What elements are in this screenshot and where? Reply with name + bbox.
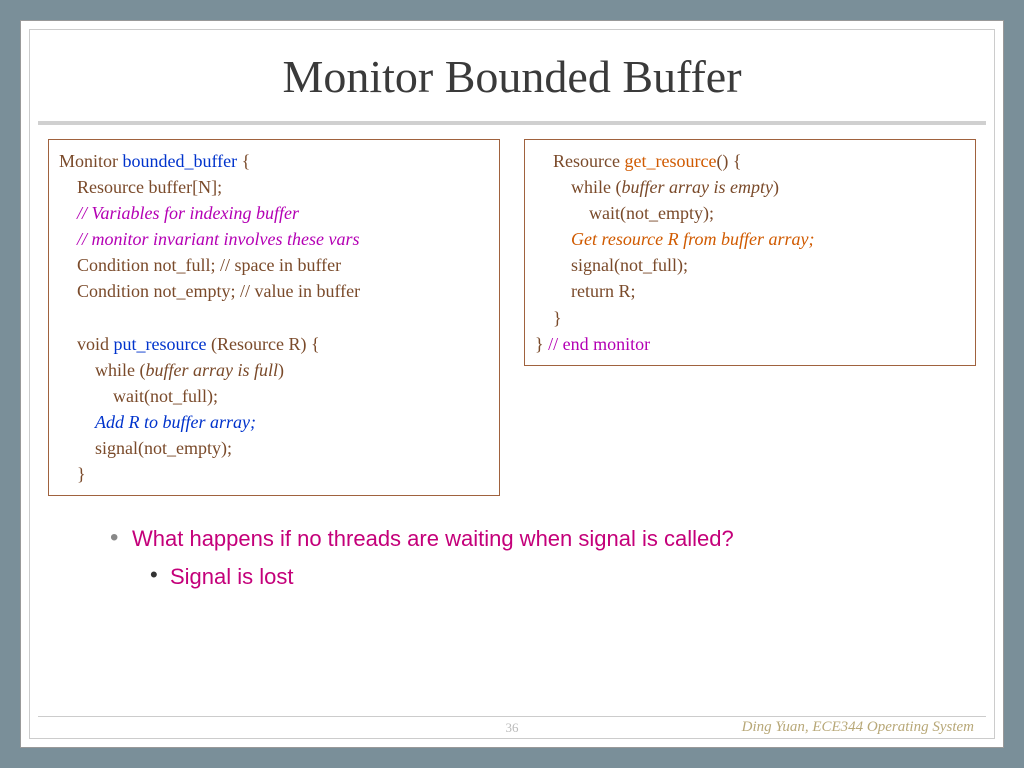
- code-box-left: Monitor bounded_buffer { Resource buffer…: [48, 139, 500, 496]
- code-action: Get resource R from buffer array;: [535, 226, 965, 252]
- bullet-list: What happens if no threads are waiting w…: [30, 496, 994, 590]
- code-line: Condition not_empty; // value in buffer: [59, 278, 489, 304]
- code-line: Resource buffer[N];: [59, 174, 489, 200]
- slide: Monitor Bounded Buffer Monitor bounded_b…: [20, 20, 1004, 748]
- code-line: while (buffer array is empty): [535, 174, 965, 200]
- code-comment: // Variables for indexing buffer: [59, 200, 489, 226]
- slide-footer: 36 Ding Yuan, ECE344 Operating System: [38, 716, 986, 738]
- code-line: }: [59, 461, 489, 487]
- code-line: wait(not_empty);: [535, 200, 965, 226]
- bullet-answer: Signal is lost: [110, 564, 994, 590]
- title-area: Monitor Bounded Buffer: [38, 30, 986, 125]
- slide-inner: Monitor Bounded Buffer Monitor bounded_b…: [29, 29, 995, 739]
- code-line: Resource get_resource() {: [535, 148, 965, 174]
- bullet-question: What happens if no threads are waiting w…: [110, 526, 994, 552]
- code-line: Condition not_full; // space in buffer: [59, 252, 489, 278]
- code-line: signal(not_full);: [535, 252, 965, 278]
- page-number: 36: [506, 720, 519, 736]
- code-line: while (buffer array is full): [59, 357, 489, 383]
- code-columns: Monitor bounded_buffer { Resource buffer…: [30, 125, 994, 496]
- footer-credit: Ding Yuan, ECE344 Operating System: [742, 719, 974, 736]
- code-action: Add R to buffer array;: [59, 409, 489, 435]
- code-line: wait(not_full);: [59, 383, 489, 409]
- slide-title: Monitor Bounded Buffer: [38, 50, 986, 103]
- code-line: signal(not_empty);: [59, 435, 489, 461]
- code-line: } // end monitor: [535, 331, 965, 357]
- code-box-right: Resource get_resource() { while (buffer …: [524, 139, 976, 366]
- code-comment: // monitor invariant involves these vars: [59, 226, 489, 252]
- code-line: return R;: [535, 278, 965, 304]
- code-line: Monitor bounded_buffer {: [59, 148, 489, 174]
- code-line: }: [535, 305, 965, 331]
- code-line: void put_resource (Resource R) {: [59, 331, 489, 357]
